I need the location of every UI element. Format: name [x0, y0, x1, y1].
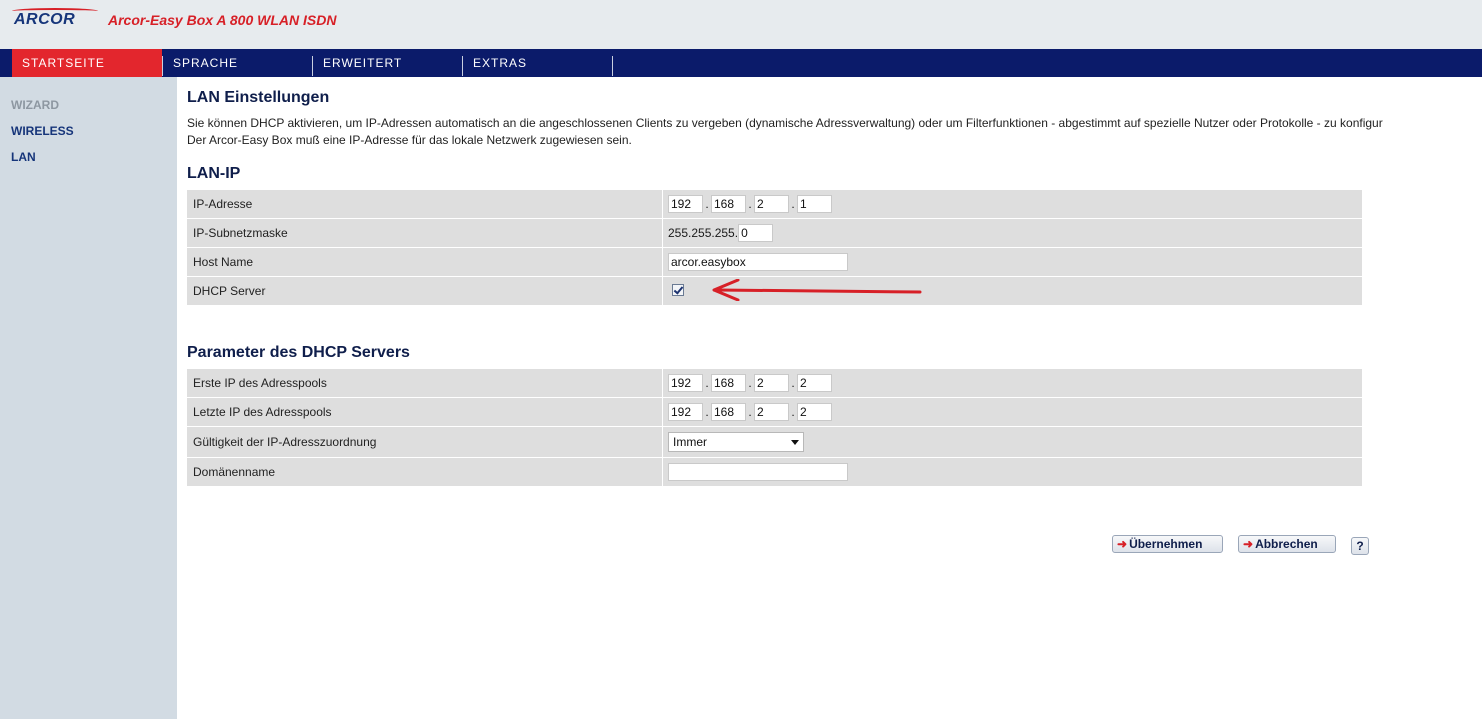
cancel-button[interactable]: ➜ Abbrechen: [1238, 535, 1336, 553]
tab-erweitert[interactable]: ERWEITERT: [313, 49, 463, 77]
ip-address-label: IP-Adresse: [193, 197, 253, 211]
host-name-input[interactable]: arcor.easybox: [668, 253, 848, 271]
chevron-down-icon: [791, 440, 799, 445]
help-button[interactable]: ?: [1351, 537, 1369, 555]
dhcp-server-label: DHCP Server: [193, 284, 266, 298]
last-ip-fields: 192. 168. 2. 2: [668, 403, 832, 421]
first-ip-octet-3-input[interactable]: 2: [754, 374, 789, 392]
last-ip-octet-3-input[interactable]: 2: [754, 403, 789, 421]
last-ip-octet-2-input[interactable]: 168: [711, 403, 746, 421]
ip-address-fields: 192. 168. 2. 1: [668, 195, 832, 213]
tab-sprache[interactable]: SPRACHE: [163, 49, 313, 77]
top-navigation: STARTSEITE SPRACHE ERWEITERT EXTRAS: [0, 49, 1482, 77]
column-divider: [662, 369, 663, 397]
ip-dot: .: [705, 405, 709, 419]
nav-left-strip: [0, 49, 12, 77]
sidebar-item-wireless[interactable]: WIRELESS: [11, 124, 74, 138]
host-name-label: Host Name: [193, 255, 254, 269]
sidebar: WIZARD WIRELESS LAN: [0, 77, 177, 719]
lease-time-select[interactable]: Immer: [668, 432, 804, 452]
first-ip-fields: 192. 168. 2. 2: [668, 374, 832, 392]
ip-octet-4-input[interactable]: 1: [797, 195, 832, 213]
domain-name-label: Domänenname: [193, 465, 276, 479]
subnet-mask-fields: 255.255.255. 0: [668, 224, 774, 242]
last-ip-octet-4-input[interactable]: 2: [797, 403, 832, 421]
row-first-ip: Erste IP des Adresspools 192. 168. 2. 2: [187, 369, 1362, 397]
lease-time-selected-value: Immer: [673, 435, 707, 449]
intro-line-1: Sie können DHCP aktivieren, um IP-Adress…: [187, 116, 1383, 130]
cancel-button-label: Abbrechen: [1255, 537, 1318, 551]
domain-name-field-wrap: [668, 463, 848, 484]
subnet-last-octet-input[interactable]: 0: [738, 224, 774, 242]
arrow-right-icon: ➜: [1117, 537, 1128, 551]
last-ip-label: Letzte IP des Adresspools: [193, 405, 332, 419]
column-divider: [662, 277, 663, 305]
arcor-logo: ARCOR: [12, 8, 98, 29]
intro-text: Sie können DHCP aktivieren, um IP-Adress…: [187, 115, 1482, 149]
tab-divider: [612, 56, 613, 76]
first-ip-octet-1-input[interactable]: 192: [668, 374, 703, 392]
ip-dot: .: [748, 376, 752, 390]
row-host-name: Host Name arcor.easybox: [187, 248, 1362, 276]
first-ip-octet-4-input[interactable]: 2: [797, 374, 832, 392]
ip-dot: .: [748, 405, 752, 419]
domain-name-input[interactable]: [668, 463, 848, 481]
column-divider: [662, 190, 663, 218]
host-name-field-wrap: arcor.easybox: [668, 253, 848, 271]
logo-swoosh: [12, 8, 98, 14]
dhcp-server-checkbox-wrap: [672, 284, 684, 296]
ip-octet-1-input[interactable]: 192: [668, 195, 703, 213]
row-subnet-mask: IP-Subnetzmaske 255.255.255. 0: [187, 219, 1362, 247]
row-domain-name: Domänenname: [187, 458, 1362, 486]
first-ip-octet-2-input[interactable]: 168: [711, 374, 746, 392]
apply-button[interactable]: ➜ Übernehmen: [1112, 535, 1223, 553]
column-divider: [662, 248, 663, 276]
ip-dot: .: [705, 376, 709, 390]
column-divider: [662, 398, 663, 426]
arrow-right-icon: ➜: [1243, 537, 1254, 551]
column-divider: [662, 219, 663, 247]
section-heading-dhcp-params: Parameter des DHCP Servers: [187, 344, 410, 361]
intro-line-2: Der Arcor-Easy Box muß eine IP-Adresse f…: [187, 133, 632, 147]
ip-octet-3-input[interactable]: 2: [754, 195, 789, 213]
tab-extras[interactable]: EXTRAS: [463, 49, 613, 77]
annotation-arrow: [712, 279, 922, 301]
ip-dot: .: [705, 197, 709, 211]
last-ip-octet-1-input[interactable]: 192: [668, 403, 703, 421]
subnet-prefix: 255.255.255.: [668, 226, 739, 240]
column-divider: [662, 427, 663, 457]
tab-startseite[interactable]: STARTSEITE: [12, 49, 162, 77]
dhcp-server-checkbox[interactable]: [672, 284, 684, 296]
column-divider: [662, 458, 663, 486]
sidebar-item-wizard[interactable]: WIZARD: [11, 98, 59, 112]
apply-button-label: Übernehmen: [1129, 537, 1203, 551]
ip-dot: .: [791, 197, 795, 211]
row-last-ip: Letzte IP des Adresspools 192. 168. 2. 2: [187, 398, 1362, 426]
sidebar-item-lan[interactable]: LAN: [11, 150, 36, 164]
lease-time-label: Gültigkeit der IP-Adresszuordnung: [193, 435, 377, 449]
first-ip-label: Erste IP des Adresspools: [193, 376, 327, 390]
ip-octet-2-input[interactable]: 168: [711, 195, 746, 213]
lease-time-select-wrap: Immer: [668, 432, 804, 452]
row-ip-address: IP-Adresse 192. 168. 2. 1: [187, 190, 1362, 218]
ip-dot: .: [791, 405, 795, 419]
product-title: Arcor-Easy Box A 800 WLAN ISDN: [108, 12, 337, 28]
ip-dot: .: [748, 197, 752, 211]
header-bar: ARCOR Arcor-Easy Box A 800 WLAN ISDN: [0, 0, 1482, 49]
subnet-mask-label: IP-Subnetzmaske: [193, 226, 288, 240]
section-heading-lan-ip: LAN-IP: [187, 165, 241, 182]
ip-dot: .: [791, 376, 795, 390]
row-lease-time: Gültigkeit der IP-Adresszuordnung Immer: [187, 427, 1362, 457]
page-title: LAN Einstellungen: [187, 89, 330, 106]
